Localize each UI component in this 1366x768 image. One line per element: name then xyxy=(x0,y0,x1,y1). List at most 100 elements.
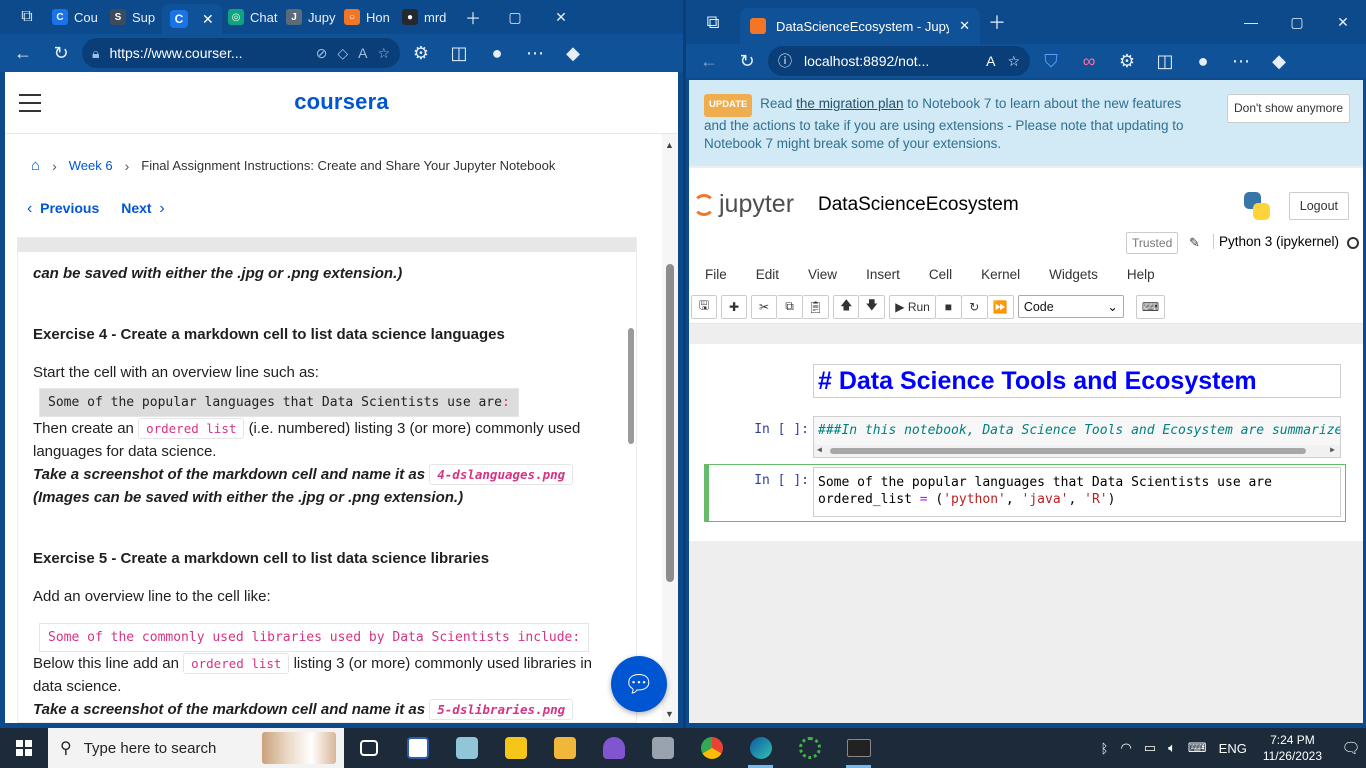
app-icon-3[interactable] xyxy=(638,728,687,768)
paste-icon[interactable]: 📋︎ xyxy=(803,294,830,319)
task-view-icon[interactable] xyxy=(344,728,393,768)
close-window-icon[interactable]: ✕ xyxy=(538,9,584,26)
obsidian-icon[interactable] xyxy=(589,728,638,768)
coursera-logo[interactable]: coursera xyxy=(5,89,678,115)
profile-avatar[interactable]: ● xyxy=(1186,46,1220,76)
extension-icon[interactable]: ∞ xyxy=(1072,46,1106,76)
terminal-icon[interactable] xyxy=(834,728,883,768)
tab-chat[interactable]: ◎ Chat xyxy=(222,3,280,31)
keyboard-icon[interactable]: ⌨ xyxy=(1188,740,1207,756)
run-button[interactable]: ▶ Run xyxy=(889,294,936,319)
back-icon[interactable]: ← xyxy=(692,46,726,76)
info-icon[interactable]: ⓘ xyxy=(778,51,792,71)
chrome-icon[interactable] xyxy=(687,728,736,768)
tracking-prevention-icon[interactable]: ⊘ xyxy=(316,45,328,62)
move-up-icon[interactable]: 🡅 xyxy=(833,294,860,319)
tab-jupyter-notebook[interactable]: DataScienceEcosystem - Jupyter ✕ xyxy=(740,8,980,44)
split-screen-icon[interactable]: ◫ xyxy=(1148,46,1182,76)
menu-view[interactable]: View xyxy=(808,267,837,282)
close-icon[interactable]: ✕ xyxy=(202,11,214,28)
close-window-icon[interactable]: ✕ xyxy=(1320,14,1366,31)
scroll-down-icon[interactable]: ▼ xyxy=(665,709,674,719)
address-bar[interactable]: ⓘ localhost:8892/not... A ☆ xyxy=(768,46,1030,76)
cell-input[interactable]: # Data Science Tools and Ecosystem xyxy=(813,364,1341,398)
menu-file[interactable]: File xyxy=(705,267,727,282)
refresh-icon[interactable]: ↻ xyxy=(44,38,78,68)
pencil-icon[interactable]: ✎ xyxy=(1189,235,1200,251)
read-aloud-icon[interactable]: A xyxy=(358,45,367,61)
restart-run-all-icon[interactable]: ⏩ xyxy=(987,294,1014,319)
save-icon[interactable]: 🖫︎ xyxy=(691,294,717,319)
app-icon-2[interactable] xyxy=(442,728,491,768)
volume-icon[interactable]: 🔈︎ xyxy=(1168,740,1176,756)
tab-coursera[interactable]: C Cou xyxy=(46,3,104,31)
notebook-name[interactable]: DataScienceEcosystem xyxy=(818,194,1019,216)
shield-extension-icon[interactable]: ⛉ xyxy=(1034,46,1068,76)
menu-widgets[interactable]: Widgets xyxy=(1049,267,1098,282)
dont-show-anymore-button[interactable]: Don't show anymore xyxy=(1226,94,1350,123)
copilot-icon[interactable]: ◆ xyxy=(1262,46,1296,76)
bluetooth-icon[interactable]: ᛒ xyxy=(1101,741,1109,756)
notebook-cell-3-selected[interactable]: In [ ]: Some of the popular languages th… xyxy=(704,464,1346,522)
menu-insert[interactable]: Insert xyxy=(866,267,900,282)
app-icon-1[interactable] xyxy=(393,728,442,768)
back-icon[interactable]: ← xyxy=(6,38,40,68)
maximize-icon[interactable]: ▢ xyxy=(492,9,538,26)
scroll-right-icon[interactable]: ▶ xyxy=(1330,445,1335,454)
favorite-star-icon[interactable]: ☆ xyxy=(1007,53,1020,70)
file-explorer-icon[interactable] xyxy=(540,728,589,768)
kernel-name[interactable]: Python 3 (ipykernel) xyxy=(1213,234,1339,249)
minimize-icon[interactable]: — xyxy=(1228,14,1274,30)
split-screen-icon[interactable]: ◫ xyxy=(442,38,476,68)
cell-input[interactable]: Some of the popular languages that Data … xyxy=(813,467,1341,517)
logout-button[interactable]: Logout xyxy=(1288,192,1349,220)
address-bar[interactable]: 🔒︎ https://www.courser... ⊘ ◇ A ☆ xyxy=(82,38,400,68)
menu-help[interactable]: Help xyxy=(1127,267,1155,282)
home-icon[interactable]: ⌂ xyxy=(31,157,40,174)
close-icon[interactable]: ✕ xyxy=(959,18,970,34)
menu-cell[interactable]: Cell xyxy=(929,267,952,282)
edge-icon[interactable] xyxy=(736,728,785,768)
scroll-left-icon[interactable]: ◀ xyxy=(817,445,822,454)
extensions-icon[interactable]: ⚙ xyxy=(1110,46,1144,76)
tab-active-coursera[interactable]: C ✕ xyxy=(162,4,222,34)
tab-jupyter[interactable]: J Jupy xyxy=(280,3,338,31)
wifi-icon[interactable]: ◠ xyxy=(1120,740,1131,756)
cell-type-select[interactable]: Code ⌄ xyxy=(1017,295,1124,318)
trusted-badge[interactable]: Trusted xyxy=(1126,232,1179,254)
extensions-icon[interactable]: ⚙ xyxy=(404,38,438,68)
new-tab-icon[interactable]: ＋ xyxy=(454,3,492,31)
scrollbar-thumb[interactable] xyxy=(666,264,674,582)
clock[interactable]: 7:24 PM 11/26/2023 xyxy=(1263,732,1322,764)
next-link[interactable]: Next › xyxy=(121,200,164,218)
favorite-star-icon[interactable]: ☆ xyxy=(377,45,390,62)
more-menu-icon[interactable]: ⋯ xyxy=(518,38,552,68)
move-down-icon[interactable]: 🡇 xyxy=(859,294,886,319)
workspaces-icon[interactable]: ⧉ xyxy=(8,3,46,31)
tab-home[interactable]: ○ Hon xyxy=(338,3,396,31)
taskbar-search-box[interactable]: ⚲ Type here to search xyxy=(48,728,344,768)
windows-start-icon[interactable] xyxy=(0,728,48,768)
breadcrumb-week[interactable]: Week 6 xyxy=(69,158,113,173)
refresh-icon[interactable]: ↻ xyxy=(730,46,764,76)
read-aloud-icon[interactable]: A xyxy=(986,53,995,69)
profile-avatar[interactable]: ● xyxy=(480,38,514,68)
language-indicator[interactable]: ENG xyxy=(1219,741,1247,756)
insert-cell-icon[interactable]: ✚ xyxy=(721,294,747,319)
battery-icon[interactable]: ▭ xyxy=(1144,740,1156,756)
copilot-icon[interactable]: ◆ xyxy=(556,38,590,68)
workspaces-icon[interactable]: ⧉ xyxy=(696,7,730,37)
previous-link[interactable]: ‹ Previous xyxy=(27,200,99,218)
menu-kernel[interactable]: Kernel xyxy=(981,267,1020,282)
jupyter-logo[interactable]: jupyter xyxy=(693,190,794,219)
interrupt-icon[interactable]: ■ xyxy=(935,294,962,319)
notification-center-icon[interactable]: 🗨︎ xyxy=(1336,739,1366,757)
cell-horizontal-scrollbar[interactable]: ◀ ▶ xyxy=(814,445,1340,457)
restart-icon[interactable]: ↻ xyxy=(961,294,988,319)
anaconda-icon[interactable] xyxy=(785,728,834,768)
more-menu-icon[interactable]: ⋯ xyxy=(1224,46,1258,76)
scrollbar-thumb[interactable] xyxy=(830,448,1306,454)
cell-input[interactable]: ###In this notebook, Data Science Tools … xyxy=(813,416,1341,458)
chat-support-button[interactable]: 💬︎ xyxy=(611,656,667,712)
menu-edit[interactable]: Edit xyxy=(756,267,779,282)
